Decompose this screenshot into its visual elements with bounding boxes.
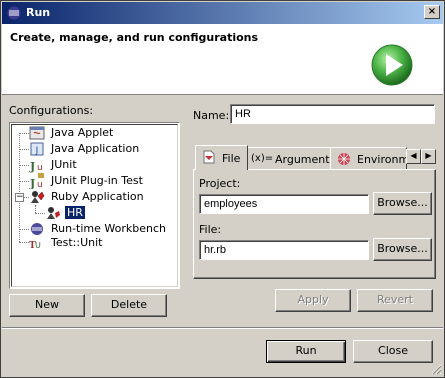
close-button[interactable]: Close: [353, 340, 433, 363]
resize-grip-icon[interactable]: [430, 363, 442, 375]
title-bar[interactable]: Run ×: [2, 2, 443, 24]
header-banner: Create, manage, and run configurations: [2, 24, 443, 95]
file-field[interactable]: [199, 240, 369, 260]
tree-item-label: Java Applet: [51, 126, 114, 139]
tree-item-label: Run-time Workbench: [51, 222, 167, 235]
arguments-icon: (x)=: [251, 153, 274, 164]
svg-text:J: J: [29, 177, 35, 189]
tree-item-label: Ruby Application: [51, 190, 144, 203]
svg-text:U: U: [35, 241, 41, 250]
environment-icon: [338, 153, 350, 165]
tree-item-label: Java Application: [51, 142, 140, 155]
tree-item-java-application[interactable]: J Java Application: [29, 141, 169, 157]
tree-item-junit[interactable]: J u JUnit: [29, 157, 169, 173]
eclipse-icon: [7, 6, 21, 20]
configurations-tree[interactable]: − Java Applet J Java Application J u JUn…: [9, 122, 180, 289]
window-title: Run: [26, 6, 51, 19]
ruby-config-icon: [47, 207, 60, 219]
tab-environment[interactable]: Environment: [330, 147, 407, 170]
run-button[interactable]: Run: [266, 340, 346, 363]
tree-item-ruby-application[interactable]: Ruby Application: [29, 189, 169, 205]
file-label: File:: [199, 223, 222, 236]
name-field[interactable]: [230, 104, 435, 124]
tab-file[interactable]: File: [195, 145, 248, 170]
svg-text:J: J: [35, 146, 39, 156]
run-dialog: Run × Create, manage, and run configurat…: [0, 0, 445, 378]
new-button[interactable]: New: [9, 294, 85, 317]
junit-icon: J u: [29, 160, 43, 173]
tree-item-label: JUnit: [51, 158, 77, 171]
banner-title: Create, manage, and run configurations: [10, 31, 259, 44]
tree-item-test-unit[interactable]: T U Test::Unit: [29, 235, 169, 251]
tab-scroll-right-button[interactable]: ▶: [421, 149, 436, 164]
revert-button[interactable]: Revert: [357, 289, 433, 312]
name-label: Name:: [193, 109, 230, 122]
apply-button[interactable]: Apply: [275, 289, 351, 312]
project-label: Project:: [199, 177, 241, 190]
browse-project-button[interactable]: Browse...: [373, 192, 432, 215]
file-icon: [203, 150, 215, 164]
tree-item-hr[interactable]: HR: [45, 205, 105, 221]
tab-arguments[interactable]: (x)= Arguments: [247, 147, 331, 170]
tab-label: Environment: [357, 153, 407, 166]
tree-item-java-applet[interactable]: Java Applet: [29, 125, 169, 141]
tree-item-label: HR: [64, 205, 86, 220]
delete-button[interactable]: Delete: [91, 294, 167, 317]
svg-text:J: J: [29, 160, 35, 173]
tree-item-label: Test::Unit: [51, 236, 103, 249]
java-applet-icon: [29, 126, 45, 140]
java-application-icon: J: [30, 142, 44, 156]
tree-item-label: JUnit Plug-in Test: [51, 174, 143, 187]
ruby-application-collapse-toggle[interactable]: −: [15, 193, 24, 202]
junit-plugin-icon: J u: [29, 173, 44, 189]
testunit-icon: T U: [29, 241, 41, 251]
close-window-button[interactable]: ×: [424, 5, 440, 19]
configurations-label: Configurations:: [9, 104, 94, 117]
svg-text:u: u: [37, 163, 43, 173]
svg-text:u: u: [37, 180, 43, 189]
separator: [2, 327, 443, 329]
tab-scroll-left-button[interactable]: ◀: [406, 149, 421, 164]
browse-file-button[interactable]: Browse...: [373, 238, 432, 261]
run-icon: [371, 44, 413, 86]
tab-label: Arguments: [275, 153, 331, 166]
project-field[interactable]: [199, 194, 369, 214]
tree-item-junit-plugin-test[interactable]: J u JUnit Plug-in Test: [29, 173, 169, 189]
ruby-icon: [31, 191, 45, 203]
tab-label: File: [222, 152, 241, 165]
